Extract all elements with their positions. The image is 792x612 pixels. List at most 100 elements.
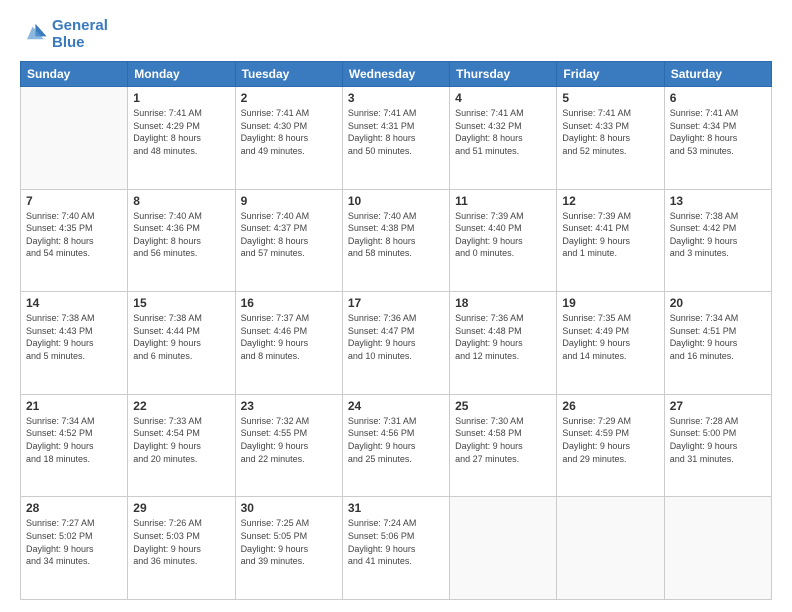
weekday-header: Sunday [21, 62, 128, 87]
day-number: 18 [455, 296, 551, 310]
day-number: 4 [455, 91, 551, 105]
calendar-cell: 21 Sunrise: 7:34 AMSunset: 4:52 PMDayligh… [21, 394, 128, 497]
day-number: 30 [241, 501, 337, 515]
day-info: Sunrise: 7:36 AMSunset: 4:47 PMDaylight:… [348, 312, 444, 362]
day-info: Sunrise: 7:41 AMSunset: 4:29 PMDaylight:… [133, 107, 229, 157]
day-info: Sunrise: 7:37 AMSunset: 4:46 PMDaylight:… [241, 312, 337, 362]
day-number: 8 [133, 194, 229, 208]
day-number: 25 [455, 399, 551, 413]
day-number: 29 [133, 501, 229, 515]
calendar-cell: 16 Sunrise: 7:37 AMSunset: 4:46 PMDayligh… [235, 292, 342, 395]
day-number: 31 [348, 501, 444, 515]
day-number: 6 [670, 91, 766, 105]
calendar-week-row: 1 Sunrise: 7:41 AMSunset: 4:29 PMDaylight… [21, 87, 772, 190]
day-number: 13 [670, 194, 766, 208]
day-number: 7 [26, 194, 122, 208]
calendar-cell: 12 Sunrise: 7:39 AMSunset: 4:41 PMDayligh… [557, 189, 664, 292]
logo: General Blue [20, 18, 108, 51]
calendar-cell: 19 Sunrise: 7:35 AMSunset: 4:49 PMDayligh… [557, 292, 664, 395]
day-number: 21 [26, 399, 122, 413]
day-info: Sunrise: 7:25 AMSunset: 5:05 PMDaylight:… [241, 517, 337, 567]
day-info: Sunrise: 7:41 AMSunset: 4:30 PMDaylight:… [241, 107, 337, 157]
day-info: Sunrise: 7:40 AMSunset: 4:37 PMDaylight:… [241, 210, 337, 260]
calendar-cell: 7 Sunrise: 7:40 AMSunset: 4:35 PMDaylight… [21, 189, 128, 292]
calendar-cell: 29 Sunrise: 7:26 AMSunset: 5:03 PMDayligh… [128, 497, 235, 600]
calendar-cell [450, 497, 557, 600]
day-number: 20 [670, 296, 766, 310]
weekday-header: Thursday [450, 62, 557, 87]
calendar-week-row: 21 Sunrise: 7:34 AMSunset: 4:52 PMDayligh… [21, 394, 772, 497]
day-info: Sunrise: 7:41 AMSunset: 4:33 PMDaylight:… [562, 107, 658, 157]
calendar-cell: 10 Sunrise: 7:40 AMSunset: 4:38 PMDayligh… [342, 189, 449, 292]
calendar-cell: 4 Sunrise: 7:41 AMSunset: 4:32 PMDaylight… [450, 87, 557, 190]
day-info: Sunrise: 7:40 AMSunset: 4:36 PMDaylight:… [133, 210, 229, 260]
day-number: 16 [241, 296, 337, 310]
calendar-cell: 20 Sunrise: 7:34 AMSunset: 4:51 PMDayligh… [664, 292, 771, 395]
day-number: 3 [348, 91, 444, 105]
day-number: 15 [133, 296, 229, 310]
calendar-cell [557, 497, 664, 600]
day-number: 1 [133, 91, 229, 105]
day-info: Sunrise: 7:28 AMSunset: 5:00 PMDaylight:… [670, 415, 766, 465]
calendar-cell: 26 Sunrise: 7:29 AMSunset: 4:59 PMDayligh… [557, 394, 664, 497]
day-info: Sunrise: 7:39 AMSunset: 4:41 PMDaylight:… [562, 210, 658, 260]
day-info: Sunrise: 7:34 AMSunset: 4:51 PMDaylight:… [670, 312, 766, 362]
weekday-header: Friday [557, 62, 664, 87]
day-info: Sunrise: 7:38 AMSunset: 4:43 PMDaylight:… [26, 312, 122, 362]
day-number: 28 [26, 501, 122, 515]
day-number: 9 [241, 194, 337, 208]
calendar-cell: 17 Sunrise: 7:36 AMSunset: 4:47 PMDayligh… [342, 292, 449, 395]
logo-icon [20, 21, 48, 49]
calendar-cell: 11 Sunrise: 7:39 AMSunset: 4:40 PMDayligh… [450, 189, 557, 292]
day-number: 17 [348, 296, 444, 310]
weekday-header: Monday [128, 62, 235, 87]
calendar-cell: 30 Sunrise: 7:25 AMSunset: 5:05 PMDayligh… [235, 497, 342, 600]
calendar-cell: 18Sunrise: 7:36 AMSunset: 4:48 PMDayligh… [450, 292, 557, 395]
day-number: 22 [133, 399, 229, 413]
calendar-cell [664, 497, 771, 600]
day-number: 11 [455, 194, 551, 208]
calendar-cell: 2Sunrise: 7:41 AMSunset: 4:30 PMDaylight… [235, 87, 342, 190]
calendar-cell: 13 Sunrise: 7:38 AMSunset: 4:42 PMDayligh… [664, 189, 771, 292]
day-number: 19 [562, 296, 658, 310]
day-number: 12 [562, 194, 658, 208]
day-info: Sunrise: 7:41 AMSunset: 4:34 PMDaylight:… [670, 107, 766, 157]
calendar-cell: 1 Sunrise: 7:41 AMSunset: 4:29 PMDaylight… [128, 87, 235, 190]
day-info: Sunrise: 7:29 AMSunset: 4:59 PMDaylight:… [562, 415, 658, 465]
calendar-cell: 9 Sunrise: 7:40 AMSunset: 4:37 PMDaylight… [235, 189, 342, 292]
calendar-week-row: 7 Sunrise: 7:40 AMSunset: 4:35 PMDaylight… [21, 189, 772, 292]
day-info: Sunrise: 7:40 AMSunset: 4:35 PMDaylight:… [26, 210, 122, 260]
calendar-cell: 5 Sunrise: 7:41 AMSunset: 4:33 PMDaylight… [557, 87, 664, 190]
weekday-header: Saturday [664, 62, 771, 87]
day-info: Sunrise: 7:26 AMSunset: 5:03 PMDaylight:… [133, 517, 229, 567]
calendar-week-row: 14 Sunrise: 7:38 AMSunset: 4:43 PMDayligh… [21, 292, 772, 395]
weekday-header: Wednesday [342, 62, 449, 87]
day-number: 26 [562, 399, 658, 413]
day-number: 27 [670, 399, 766, 413]
day-info: Sunrise: 7:38 AMSunset: 4:42 PMDaylight:… [670, 210, 766, 260]
day-number: 14 [26, 296, 122, 310]
day-info: Sunrise: 7:38 AMSunset: 4:44 PMDaylight:… [133, 312, 229, 362]
day-info: Sunrise: 7:30 AMSunset: 4:58 PMDaylight:… [455, 415, 551, 465]
day-number: 24 [348, 399, 444, 413]
calendar-cell: 23Sunrise: 7:32 AMSunset: 4:55 PMDayligh… [235, 394, 342, 497]
day-number: 10 [348, 194, 444, 208]
day-info: Sunrise: 7:33 AMSunset: 4:54 PMDaylight:… [133, 415, 229, 465]
day-info: Sunrise: 7:41 AMSunset: 4:32 PMDaylight:… [455, 107, 551, 157]
day-info: Sunrise: 7:35 AMSunset: 4:49 PMDaylight:… [562, 312, 658, 362]
weekday-header: Tuesday [235, 62, 342, 87]
page: General Blue SundayMondayTuesdayWednesda… [0, 0, 792, 612]
calendar-table: SundayMondayTuesdayWednesdayThursdayFrid… [20, 61, 772, 600]
day-info: Sunrise: 7:40 AMSunset: 4:38 PMDaylight:… [348, 210, 444, 260]
weekday-header-row: SundayMondayTuesdayWednesdayThursdayFrid… [21, 62, 772, 87]
calendar-cell: 31 Sunrise: 7:24 AMSunset: 5:06 PMDayligh… [342, 497, 449, 600]
calendar-cell: 22 Sunrise: 7:33 AMSunset: 4:54 PMDayligh… [128, 394, 235, 497]
day-info: Sunrise: 7:27 AMSunset: 5:02 PMDaylight:… [26, 517, 122, 567]
day-number: 5 [562, 91, 658, 105]
day-info: Sunrise: 7:24 AMSunset: 5:06 PMDaylight:… [348, 517, 444, 567]
logo-text: General Blue [52, 18, 108, 51]
day-info: Sunrise: 7:39 AMSunset: 4:40 PMDaylight:… [455, 210, 551, 260]
header: General Blue [20, 18, 772, 51]
day-info: Sunrise: 7:32 AMSunset: 4:55 PMDaylight:… [241, 415, 337, 465]
day-info: Sunrise: 7:34 AMSunset: 4:52 PMDaylight:… [26, 415, 122, 465]
